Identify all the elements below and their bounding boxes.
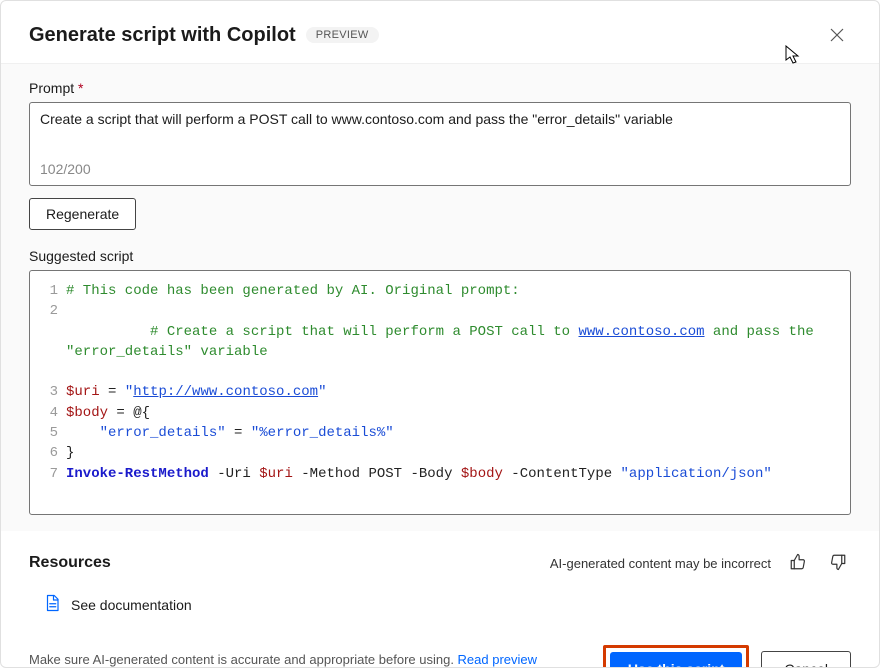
thumbs-up-button[interactable] bbox=[785, 549, 811, 578]
doc-link-row: See documentation bbox=[1, 584, 879, 635]
feedback-wrap: AI-generated content may be incorrect bbox=[550, 549, 851, 578]
thumbs-down-icon bbox=[829, 553, 847, 571]
title-wrap: Generate script with Copilot PREVIEW bbox=[29, 24, 379, 47]
code-line-4: 4 $body = @{ bbox=[42, 403, 838, 423]
copilot-script-dialog: Generate script with Copilot PREVIEW Pro… bbox=[0, 0, 880, 668]
code-line-7: 7 Invoke-RestMethod -Uri $uri -Method PO… bbox=[42, 464, 838, 484]
ai-disclaimer: AI-generated content may be incorrect bbox=[550, 556, 771, 571]
resources-row: Resources AI-generated content may be in… bbox=[1, 531, 879, 584]
document-icon bbox=[43, 594, 61, 617]
dialog-title: Generate script with Copilot bbox=[29, 24, 296, 47]
dialog-footer: Make sure AI-generated content is accura… bbox=[1, 635, 879, 668]
use-script-highlight: Use this script bbox=[603, 645, 749, 668]
code-line-1: 1 # This code has been generated by AI. … bbox=[42, 281, 838, 301]
code-line-3: 3 $uri = "http://www.contoso.com" bbox=[42, 382, 838, 402]
see-documentation-link[interactable]: See documentation bbox=[71, 597, 192, 613]
close-button[interactable] bbox=[823, 21, 851, 49]
prompt-input[interactable]: Create a script that will perform a POST… bbox=[40, 111, 840, 159]
prompt-label-text: Prompt bbox=[29, 80, 74, 96]
cancel-button[interactable]: Cancel bbox=[761, 651, 851, 668]
suggested-script-code[interactable]: 1 # This code has been generated by AI. … bbox=[29, 270, 851, 515]
regenerate-button[interactable]: Regenerate bbox=[29, 198, 136, 230]
close-icon bbox=[829, 27, 845, 43]
footer-actions: Use this script Cancel bbox=[603, 645, 851, 668]
resources-title: Resources bbox=[29, 554, 111, 572]
prompt-label: Prompt * bbox=[29, 80, 851, 96]
code-line-6: 6 } bbox=[42, 443, 838, 463]
thumbs-down-button[interactable] bbox=[825, 549, 851, 578]
code-line-2: 2 # Create a script that will perform a … bbox=[42, 301, 838, 382]
footer-note-text: Make sure AI-generated content is accura… bbox=[29, 652, 458, 667]
required-asterisk: * bbox=[78, 80, 83, 96]
body-section: Prompt * Create a script that will perfo… bbox=[1, 63, 879, 531]
code-line-5: 5 "error_details" = "%error_details%" bbox=[42, 423, 838, 443]
preview-badge: PREVIEW bbox=[306, 27, 379, 43]
suggested-script-label: Suggested script bbox=[29, 248, 851, 264]
thumbs-up-icon bbox=[789, 553, 807, 571]
use-this-script-button[interactable]: Use this script bbox=[610, 652, 742, 668]
footer-note: Make sure AI-generated content is accura… bbox=[29, 651, 549, 668]
prompt-char-count: 102/200 bbox=[40, 161, 840, 177]
prompt-input-container: Create a script that will perform a POST… bbox=[29, 102, 851, 186]
dialog-header: Generate script with Copilot PREVIEW bbox=[1, 1, 879, 63]
